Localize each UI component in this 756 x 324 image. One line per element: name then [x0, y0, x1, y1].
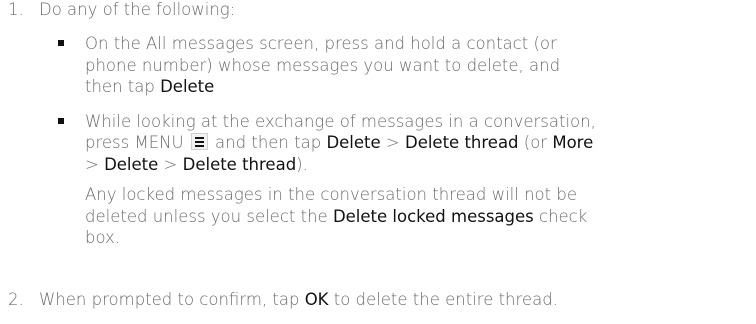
text-run: >	[380, 133, 405, 152]
bullet-list: On the All messages screen, press and ho…	[58, 33, 756, 249]
text-run: and then tap	[209, 133, 327, 152]
delete-term: Delete	[326, 133, 381, 152]
delete-thread-term: Delete thread	[182, 154, 297, 174]
bullet-item: On the All messages screen, press and ho…	[58, 33, 756, 98]
bullet-line: > Delete > Delete thread).	[85, 154, 756, 176]
delete-thread-term: Delete thread	[404, 133, 519, 152]
note-paragraph: Any locked messages in the conversation …	[85, 184, 756, 249]
text-run: to delete the entire thread.	[328, 290, 558, 309]
text-run: press MENU	[85, 133, 189, 152]
bullet-line: phone number) whose messages you want to…	[85, 55, 561, 75]
text-run: (or	[518, 133, 553, 152]
text-run: then tap	[85, 77, 161, 96]
step-number: 2.	[8, 290, 24, 309]
bullet-marker	[58, 117, 64, 124]
ok-term: OK	[304, 290, 329, 309]
step-number: 1.	[8, 0, 24, 19]
text-run: >	[85, 154, 105, 174]
bullet-item: While looking at the exchange of message…	[58, 111, 756, 249]
note-line: deleted unless you select the Delete loc…	[85, 206, 756, 228]
bullet-marker	[58, 40, 64, 46]
text-run: >	[158, 154, 183, 174]
text-run: When prompted to confirm, tap	[39, 290, 305, 309]
bullet-line: then tap Delete	[85, 76, 756, 98]
step-text: Do any of the following:	[39, 0, 236, 19]
step-text: When prompted to confirm, tap OK to dele…	[39, 290, 558, 309]
note-line: Any locked messages in the conversation …	[85, 185, 577, 204]
menu-icon	[190, 133, 208, 150]
text-run: check	[533, 206, 588, 226]
delete-locked-messages-term: Delete locked messages	[332, 206, 534, 226]
bullet-line: While looking at the exchange of message…	[85, 111, 596, 131]
note-line: box.	[85, 228, 121, 247]
delete-term: Delete	[104, 154, 159, 174]
bullet-line: press MENU and then tap Delete > Delete …	[85, 132, 756, 154]
text-run: ).	[296, 154, 308, 174]
text-run: deleted unless you select the	[85, 206, 333, 226]
delete-term: Delete	[160, 77, 215, 96]
bullet-line: On the All messages screen, press and ho…	[85, 34, 557, 53]
more-term: More	[552, 133, 594, 152]
